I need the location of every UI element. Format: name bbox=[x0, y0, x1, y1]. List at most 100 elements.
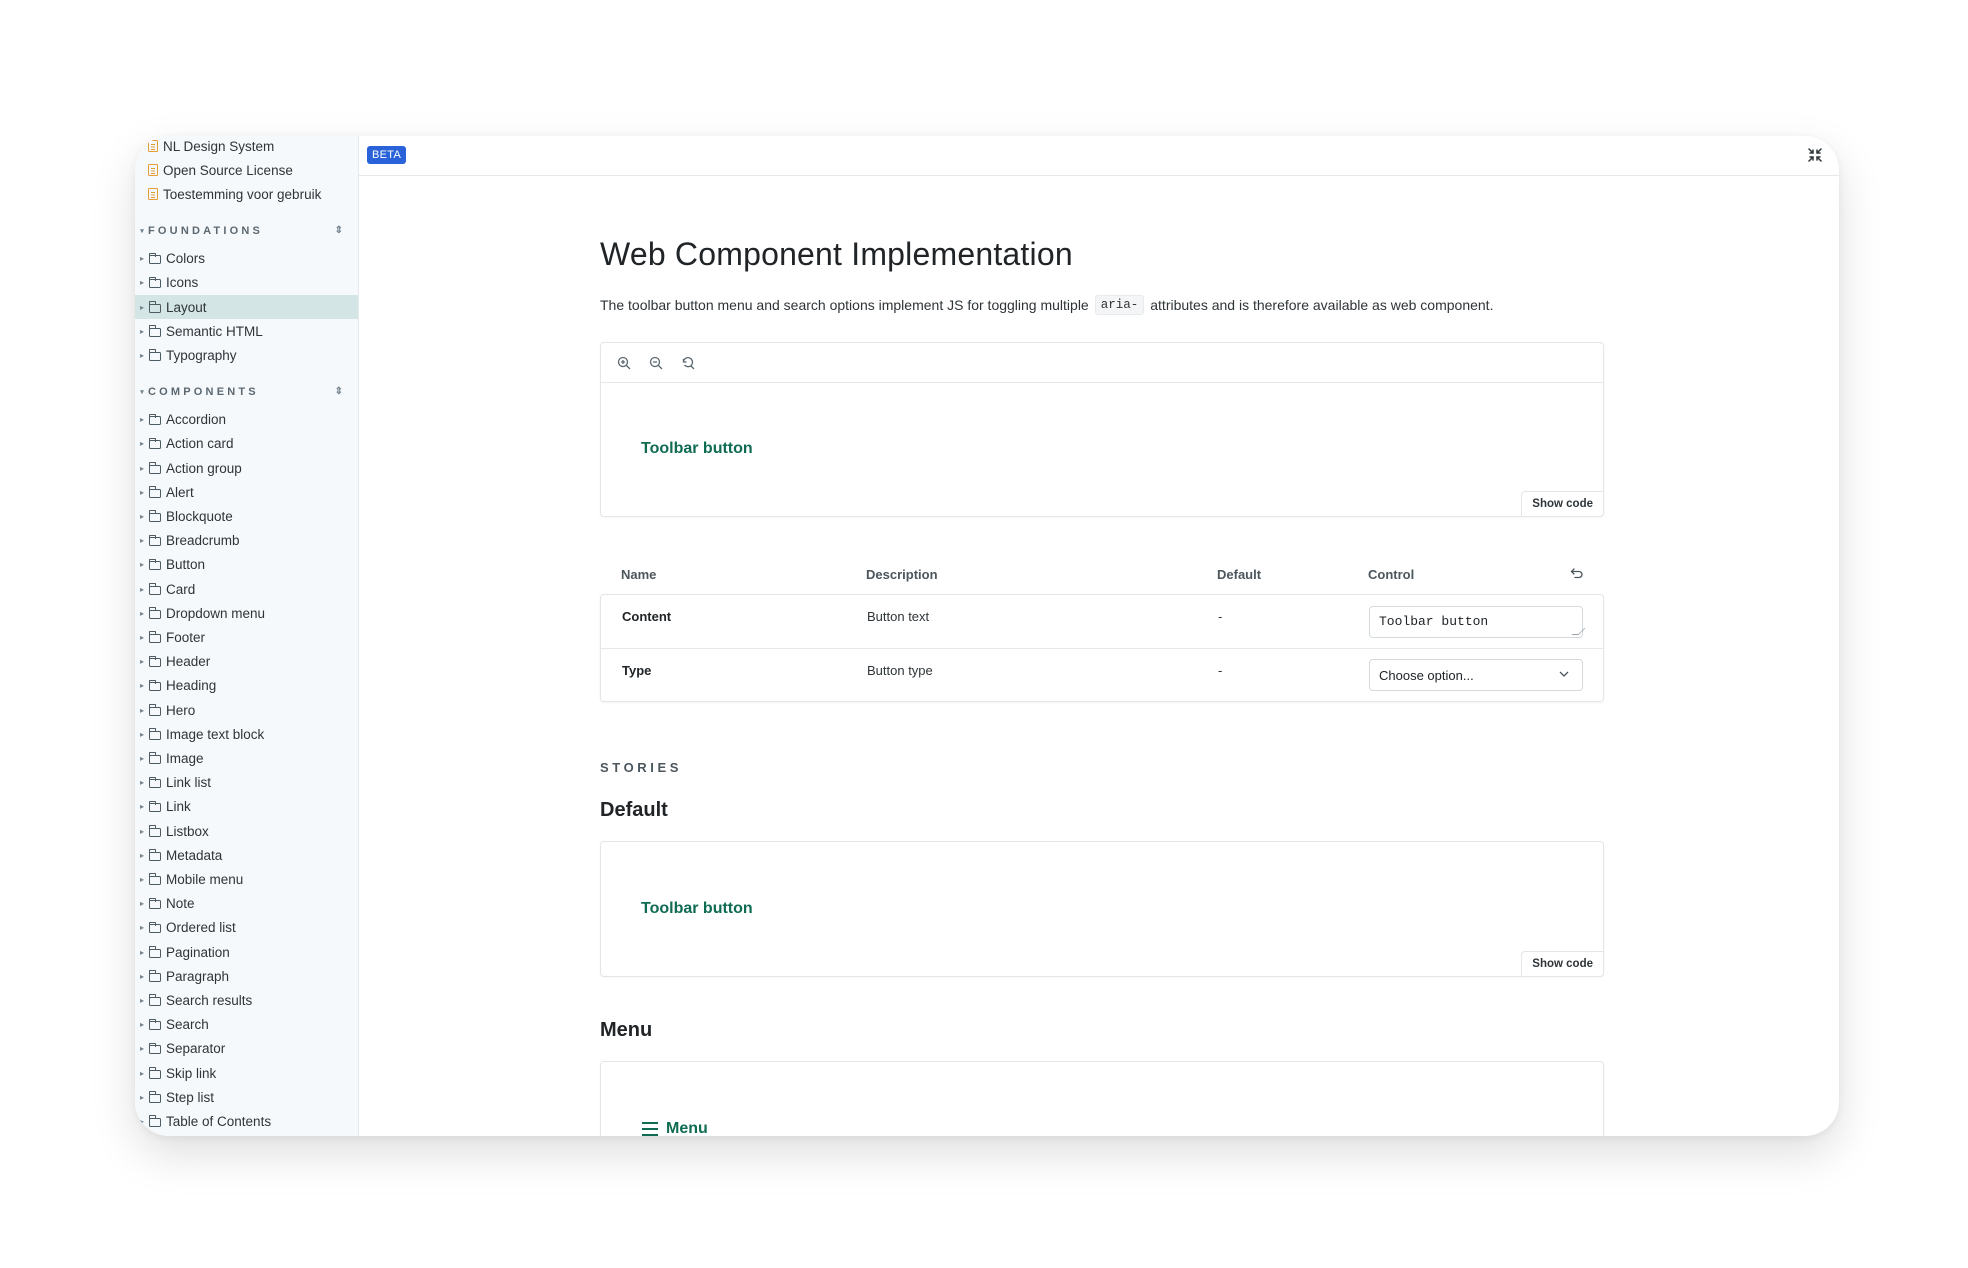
sidebar-item-ordered-list[interactable]: ▸ Ordered list bbox=[135, 916, 358, 940]
caret-right-icon: ▸ bbox=[139, 681, 144, 691]
sidebar-item-label: Footer bbox=[166, 629, 206, 645]
table-row: Content Button text - Toolbar button bbox=[601, 595, 1603, 648]
sidebar-section-components[interactable]: ▾ COMPONENTS ⇕ bbox=[135, 382, 358, 402]
folder-icon bbox=[148, 437, 161, 450]
caret-right-icon: ▸ bbox=[139, 729, 144, 739]
description-text: The toolbar button menu and search optio… bbox=[600, 297, 1089, 313]
sidebar-item-nl-design-system[interactable]: NL Design System bbox=[135, 136, 358, 158]
sidebar-item-toestemming-voor-gebruik[interactable]: Toestemming voor gebruik bbox=[135, 182, 358, 206]
caret-down-icon: ▾ bbox=[140, 227, 144, 235]
sidebar-item-alert[interactable]: ▸ Alert bbox=[135, 480, 358, 504]
sidebar-item-label: Blockquote bbox=[166, 508, 233, 524]
sidebar-item-label: Pagination bbox=[166, 944, 230, 960]
sidebar-item-typography[interactable]: ▸ Typography bbox=[135, 343, 358, 367]
sidebar-item-open-source-license[interactable]: Open Source License bbox=[135, 158, 358, 182]
sidebar-item-blockquote[interactable]: ▸ Blockquote bbox=[135, 504, 358, 528]
sidebar-item-note[interactable]: ▸ Note bbox=[135, 892, 358, 916]
sidebar-item-card[interactable]: ▸ Card bbox=[135, 577, 358, 601]
header-description: Description bbox=[866, 566, 938, 582]
sidebar: NL Design System Open Source License Toest… bbox=[135, 136, 359, 1136]
caret-right-icon: ▸ bbox=[139, 254, 144, 264]
sidebar-item-semantic-html[interactable]: ▸ Semantic HTML bbox=[135, 319, 358, 343]
sidebar-item-label: Search results bbox=[166, 992, 253, 1008]
zoom-in-icon[interactable] bbox=[613, 352, 635, 374]
sidebar-item-hero[interactable]: ▸ Hero bbox=[135, 698, 358, 722]
folder-icon bbox=[148, 655, 161, 668]
sidebar-item-layout[interactable]: ▸ Layout bbox=[135, 295, 358, 319]
caret-right-icon: ▸ bbox=[139, 1116, 144, 1126]
expand-collapse-icon[interactable]: ⇕ bbox=[335, 386, 343, 397]
reset-controls-icon[interactable] bbox=[1570, 566, 1584, 583]
sidebar-item-dropdown-menu[interactable]: ▸ Dropdown menu bbox=[135, 601, 358, 625]
sidebar-item-separator[interactable]: ▸ Separator bbox=[135, 1037, 358, 1061]
page-description: The toolbar button menu and search optio… bbox=[600, 295, 1493, 315]
sidebar-item-metadata[interactable]: ▸ Metadata bbox=[135, 843, 358, 867]
folder-icon bbox=[148, 582, 161, 595]
caret-down-icon: ▾ bbox=[140, 388, 144, 396]
menu-button-story[interactable]: Menu bbox=[641, 1120, 708, 1136]
folder-icon bbox=[148, 607, 161, 619]
folder-icon bbox=[148, 752, 161, 764]
folder-icon bbox=[148, 349, 161, 361]
sidebar-item-icons[interactable]: ▸ Icons bbox=[135, 271, 358, 295]
sidebar-item-listbox[interactable]: ▸ Listbox bbox=[135, 819, 358, 843]
sidebar-item-label: Hero bbox=[166, 702, 196, 718]
caret-right-icon: ▸ bbox=[139, 802, 144, 812]
exit-fullscreen-icon[interactable] bbox=[1805, 145, 1825, 165]
sidebar-item-search[interactable]: ▸ Search bbox=[135, 1013, 358, 1037]
sidebar-item-breadcrumb[interactable]: ▸ Breadcrumb bbox=[135, 529, 358, 553]
sidebar-item-mobile-menu[interactable]: ▸ Mobile menu bbox=[135, 867, 358, 891]
sidebar-item-link-list[interactable]: ▸ Link list bbox=[135, 771, 358, 795]
sidebar-item-header[interactable]: ▸ Header bbox=[135, 650, 358, 674]
sidebar-item-action-card[interactable]: ▸ Action card bbox=[135, 432, 358, 456]
sidebar-item-label: Step list bbox=[166, 1089, 215, 1105]
show-code-button[interactable]: Show code bbox=[1521, 951, 1604, 977]
section-heading-label: FOUNDATIONS bbox=[148, 224, 264, 237]
sidebar-item-colors[interactable]: ▸ Colors bbox=[135, 247, 358, 271]
folder-icon bbox=[148, 534, 161, 547]
toolbar-button-preview[interactable]: Toolbar button bbox=[641, 440, 753, 458]
folder-icon bbox=[148, 1115, 161, 1127]
reset-zoom-icon[interactable] bbox=[677, 352, 699, 374]
show-code-button[interactable]: Show code bbox=[1521, 491, 1604, 517]
zoom-out-icon[interactable] bbox=[645, 352, 667, 374]
caret-right-icon: ▸ bbox=[139, 657, 144, 667]
sidebar-item-button[interactable]: ▸ Button bbox=[135, 553, 358, 577]
type-select[interactable]: Choose option... bbox=[1369, 659, 1583, 691]
sidebar-item-step-list[interactable]: ▸ Step list bbox=[135, 1085, 358, 1109]
folder-icon bbox=[148, 1066, 161, 1079]
sidebar-item-accordion[interactable]: ▸ Accordion bbox=[135, 408, 358, 432]
sidebar-item-image[interactable]: ▸ Image bbox=[135, 746, 358, 770]
caret-right-icon: ▸ bbox=[139, 584, 144, 594]
document-icon bbox=[148, 140, 158, 152]
sidebar-item-label: Table of Contents bbox=[166, 1113, 272, 1129]
sidebar-item-pagination[interactable]: ▸ Pagination bbox=[135, 940, 358, 964]
sidebar-item-search-results[interactable]: ▸ Search results bbox=[135, 988, 358, 1012]
sidebar-item-link[interactable]: ▸ Link bbox=[135, 795, 358, 819]
sidebar-item-label: Toestemming voor gebruik bbox=[163, 186, 322, 202]
beta-badge: BETA bbox=[367, 146, 407, 164]
sidebar-item-table-of-contents[interactable]: ▸ Table of Contents bbox=[135, 1109, 358, 1133]
header-control: Control bbox=[1368, 566, 1415, 582]
caret-right-icon: ▸ bbox=[139, 326, 144, 336]
sidebar-item-heading[interactable]: ▸ Heading bbox=[135, 674, 358, 698]
content-text-field[interactable]: Toolbar button bbox=[1369, 606, 1583, 638]
expand-collapse-icon[interactable]: ⇕ bbox=[335, 225, 343, 236]
arg-name: Type bbox=[622, 663, 652, 678]
sidebar-item-skip-link[interactable]: ▸ Skip link bbox=[135, 1061, 358, 1085]
folder-icon bbox=[148, 873, 161, 885]
folder-icon bbox=[148, 510, 161, 522]
sidebar-item-footer[interactable]: ▸ Footer bbox=[135, 625, 358, 649]
toolbar-button-story[interactable]: Toolbar button bbox=[641, 900, 753, 918]
sidebar-item-label: NL Design System bbox=[163, 138, 275, 154]
caret-right-icon: ▸ bbox=[139, 850, 144, 860]
sidebar-item-label: Link list bbox=[166, 775, 212, 791]
sidebar-item-paragraph[interactable]: ▸ Paragraph bbox=[135, 964, 358, 988]
folder-icon bbox=[148, 824, 161, 837]
page-title: Web Component Implementation bbox=[600, 236, 1073, 272]
caret-right-icon: ▸ bbox=[139, 971, 144, 981]
sidebar-section-foundations[interactable]: ▾ FOUNDATIONS ⇕ bbox=[135, 221, 358, 241]
sidebar-item-action-group[interactable]: ▸ Action group bbox=[135, 456, 358, 480]
sidebar-item-image-text-block[interactable]: ▸ Image text block bbox=[135, 722, 358, 746]
caret-right-icon: ▸ bbox=[139, 415, 144, 425]
